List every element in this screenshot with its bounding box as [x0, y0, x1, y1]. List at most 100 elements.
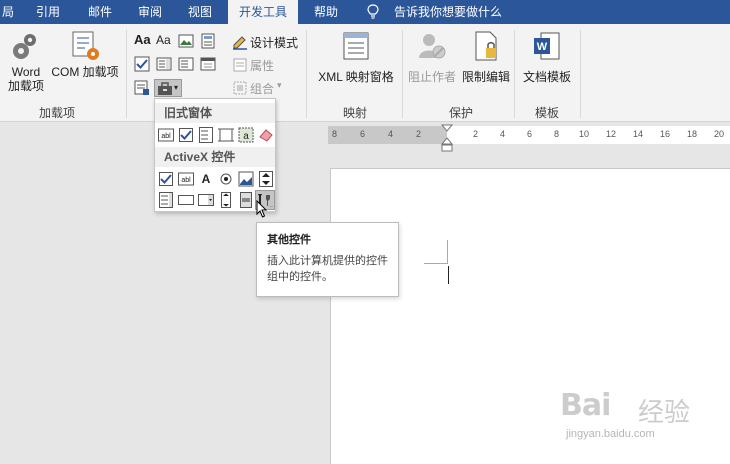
picture-control-icon[interactable]	[178, 33, 194, 49]
ruler-number: 2	[473, 129, 479, 139]
tooltip-title: 其他控件	[267, 234, 311, 246]
insert-frame-icon[interactable]	[217, 126, 235, 144]
activex-toggle-button-icon[interactable]	[237, 191, 255, 209]
ruler-number: 8	[332, 129, 338, 139]
activex-listbox-icon[interactable]	[157, 191, 175, 209]
activex-checkbox-icon[interactable]	[157, 170, 175, 188]
xml-mapping-icon	[343, 32, 369, 60]
lock-document-icon	[475, 31, 497, 61]
date-picker-icon[interactable]	[200, 56, 216, 72]
tab-review[interactable]: 审阅	[136, 0, 164, 24]
repeating-section-icon[interactable]	[134, 80, 150, 96]
building-block-icon[interactable]	[200, 33, 216, 49]
com-addins-button[interactable]: COM 加载项	[48, 30, 122, 79]
tell-me-search[interactable]: 告诉我你想要做什么	[392, 0, 504, 24]
svg-text:abl: abl	[161, 133, 171, 140]
activex-combobox-icon[interactable]	[197, 191, 215, 209]
svg-text:W: W	[537, 41, 548, 53]
watermark-brand: Bai	[560, 388, 611, 423]
checkbox-control-icon[interactable]	[134, 56, 150, 72]
activex-textbox-icon[interactable]: abl	[177, 170, 195, 188]
svg-text:...: ...	[270, 203, 273, 208]
restrict-editing-label: 限制编辑	[461, 70, 510, 84]
ruler-number: 18	[687, 129, 698, 139]
ruler-number: 6	[527, 129, 533, 139]
watermark-url: jingyan.baidu.com	[566, 428, 655, 440]
svg-text:a: a	[243, 131, 249, 142]
mouse-pointer-icon	[256, 200, 268, 218]
legacy-text-field-icon[interactable]: abl	[157, 126, 175, 144]
ruler-number: 2	[416, 129, 422, 139]
tab-mailings[interactable]: 邮件	[86, 0, 114, 24]
group-divider	[402, 30, 403, 118]
activex-image-icon[interactable]	[237, 170, 255, 188]
block-authors-label: 阻止作者	[407, 70, 456, 84]
tab-view[interactable]: 视图	[186, 0, 214, 24]
more-controls-tooltip: 其他控件 插入此计算机提供的控件组中的控件。	[256, 222, 399, 297]
mapping-group-label: 映射	[342, 106, 367, 120]
ruler-number: 6	[360, 129, 366, 139]
xml-mapping-pane-button[interactable]: XML 映射窗格	[312, 30, 400, 84]
legacy-forms-header: 旧式窗体	[155, 103, 275, 123]
group-divider	[514, 30, 515, 118]
lightbulb-icon	[367, 4, 379, 19]
legacy-tools-button[interactable]: ▾	[154, 79, 182, 97]
legacy-tools-dropdown: 旧式窗体 abl a ActiveX 控件 abl A ..	[154, 98, 276, 212]
plain-text-control-icon[interactable]: Aa	[156, 33, 171, 47]
tab-layout-partial[interactable]: 局	[0, 0, 16, 24]
form-field-shading-icon[interactable]: a	[237, 126, 255, 144]
ribbon: Word 加载项 COM 加载项 加载项 Aa Aa ▾ 设计模式 属性 组合 …	[0, 24, 730, 122]
text-cursor	[448, 266, 449, 284]
protect-group-label: 保护	[448, 106, 473, 120]
activex-header: ActiveX 控件	[155, 147, 275, 167]
gear-icon	[13, 34, 36, 59]
ruler-number: 12	[606, 129, 617, 139]
document-template-button[interactable]: W 文档模板	[518, 30, 576, 84]
xml-mapping-label: XML 映射窗格	[318, 70, 394, 84]
horizontal-ruler[interactable]: 8 6 4 2 2 4 6 8 10 12 14 16 18 20	[328, 126, 730, 144]
indent-marker-icon[interactable]	[441, 124, 453, 152]
menu-bar: 局 引用 邮件 审阅 视图 开发工具 帮助 告诉我你想要做什么	[0, 0, 730, 24]
ruler-number: 14	[633, 129, 644, 139]
tab-references[interactable]: 引用	[34, 0, 62, 24]
margin-corner-mark	[424, 240, 448, 264]
block-authors-icon	[419, 34, 446, 59]
design-mode-icon[interactable]	[232, 34, 248, 50]
dropdown-arrow-icon: ▾	[174, 83, 179, 92]
group-label: 组合	[250, 82, 275, 96]
activex-label-icon[interactable]: A	[197, 170, 215, 188]
document-template-label: 文档模板	[522, 70, 571, 84]
activex-scrollbar-icon[interactable]	[217, 191, 235, 209]
addins-group-label: 加载项	[38, 106, 75, 120]
properties-label: 属性	[250, 59, 275, 73]
com-addins-label: COM 加载项	[51, 65, 119, 79]
tab-help[interactable]: 帮助	[312, 0, 340, 24]
group-divider	[126, 30, 127, 118]
dropdown-list-icon[interactable]	[178, 56, 194, 72]
rich-text-control-icon[interactable]: Aa	[134, 32, 151, 47]
combo-box-icon[interactable]	[156, 56, 172, 72]
legacy-dropdown-field-icon[interactable]	[197, 126, 215, 144]
block-authors-button: 阻止作者	[406, 30, 458, 84]
properties-icon	[233, 58, 247, 72]
word-addins-label-2: 加载项	[7, 79, 44, 93]
word-addins-button[interactable]: Word 加载项	[6, 30, 46, 93]
tab-developer[interactable]: 开发工具	[228, 0, 299, 24]
activex-option-button-icon[interactable]	[217, 170, 235, 188]
activex-spin-button-icon[interactable]	[257, 170, 275, 188]
group-dropdown-arrow-icon: ▾	[277, 80, 282, 90]
reset-form-fields-icon[interactable]	[257, 126, 275, 144]
tooltip-description: 插入此计算机提供的控件组中的控件。	[267, 255, 388, 283]
watermark-brand-2: 经验	[638, 397, 691, 427]
ruler-number: 10	[579, 129, 590, 139]
activex-command-button-icon[interactable]	[177, 191, 195, 209]
design-mode-label[interactable]: 设计模式	[250, 34, 298, 51]
ruler-number: 4	[500, 129, 506, 139]
legacy-checkbox-icon[interactable]	[177, 126, 195, 144]
restrict-editing-button[interactable]: 限制编辑	[458, 30, 514, 84]
word-template-icon: W	[534, 32, 560, 60]
toolbox-icon	[158, 82, 172, 95]
baidu-watermark: Bai 经验 jingyan.baidu.com	[560, 388, 690, 448]
ruler-number: 4	[388, 129, 394, 139]
templates-group-label: 模板	[534, 106, 559, 120]
